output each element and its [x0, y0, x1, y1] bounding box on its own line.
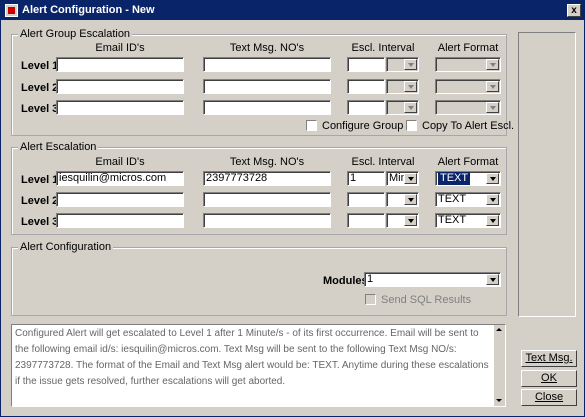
- escl-level-1-format-select[interactable]: TEXT: [435, 171, 501, 186]
- configure-group-checkbox[interactable]: Configure Group: [306, 120, 403, 133]
- group-level-2-format-select[interactable]: [435, 79, 501, 94]
- escl-level-3-email[interactable]: [56, 213, 184, 228]
- escl-level-2-interval[interactable]: [347, 192, 385, 207]
- group-level-1-label: Level 1: [21, 60, 59, 72]
- escl-level-3-text[interactable]: [203, 213, 331, 228]
- alert-configuration-window: Alert Configuration - New x Alert Group …: [0, 0, 585, 417]
- chevron-down-icon[interactable]: [404, 102, 417, 113]
- group-level-1-interval[interactable]: [347, 57, 385, 72]
- modules-label: Modules: [323, 275, 368, 287]
- chevron-down-icon[interactable]: [486, 215, 499, 226]
- col-escl-interval: Escl. Interval: [351, 42, 415, 54]
- escl-level-1-interval[interactable]: 1: [347, 171, 385, 186]
- description-content: Configured Alert will get escalated to L…: [15, 328, 489, 387]
- checkbox-box[interactable]: [365, 294, 376, 305]
- scroll-up-icon[interactable]: [495, 326, 504, 334]
- escl-level-2-format-select[interactable]: TEXT: [435, 192, 501, 207]
- group-level-2-unit-select[interactable]: [386, 79, 419, 94]
- col-alert-format: Alert Format: [437, 42, 499, 54]
- group-level-3-text[interactable]: [203, 100, 331, 115]
- escl-level-1-email[interactable]: iesquilin@micros.com: [56, 171, 184, 186]
- checkbox-label: Copy To Alert Escl.: [422, 120, 515, 132]
- selected-value: TEXT: [438, 214, 467, 226]
- group-level-3-unit-select[interactable]: [386, 100, 419, 115]
- group-level-2-text[interactable]: [203, 79, 331, 94]
- checkbox-label: Configure Group: [322, 120, 404, 132]
- group-level-3-email[interactable]: [56, 100, 184, 115]
- escl-level-3-label: Level 3: [21, 216, 59, 228]
- chevron-down-icon[interactable]: [404, 173, 417, 184]
- group-level-2-interval[interactable]: [347, 79, 385, 94]
- close-button[interactable]: Close: [521, 389, 577, 406]
- chevron-down-icon[interactable]: [486, 173, 499, 184]
- escl-level-1-text[interactable]: 2397773728: [203, 171, 331, 186]
- escl-level-1-unit-select[interactable]: Min: [386, 171, 419, 186]
- title-bar: Alert Configuration - New x: [1, 1, 584, 20]
- group-level-1-unit-select[interactable]: [386, 57, 419, 72]
- group-level-2-email[interactable]: [56, 79, 184, 94]
- vertical-scrollbar[interactable]: [494, 325, 505, 406]
- chevron-down-icon[interactable]: [404, 81, 417, 92]
- chevron-down-icon[interactable]: [486, 59, 499, 70]
- text-msg-button[interactable]: Text Msg.: [521, 350, 577, 367]
- chevron-down-icon[interactable]: [404, 59, 417, 70]
- col-escl-interval: Escl. Interval: [351, 156, 415, 168]
- checkbox-box[interactable]: [406, 120, 417, 131]
- col-email-ids: Email ID's: [95, 42, 145, 54]
- selected-value: TEXT: [438, 172, 471, 185]
- group-level-3-interval[interactable]: [347, 100, 385, 115]
- selected-value: 1: [367, 273, 374, 285]
- button-label: Text Msg.: [525, 352, 573, 364]
- section-label: Alert Group Escalation: [18, 28, 133, 40]
- alert-description-text[interactable]: Configured Alert will get escalated to L…: [11, 324, 506, 407]
- button-label: OK: [541, 372, 557, 384]
- escl-level-2-label: Level 2: [21, 195, 59, 207]
- escl-level-1-label: Level 1: [21, 174, 59, 186]
- escl-level-2-unit-select[interactable]: [386, 192, 419, 207]
- escl-level-3-format-select[interactable]: TEXT: [435, 213, 501, 228]
- escl-level-2-email[interactable]: [56, 192, 184, 207]
- col-alert-format: Alert Format: [437, 156, 499, 168]
- chevron-down-icon[interactable]: [404, 194, 417, 205]
- app-icon: [5, 4, 18, 17]
- ok-button[interactable]: OK: [521, 370, 577, 387]
- window-title: Alert Configuration - New: [22, 4, 155, 16]
- copy-to-alert-escl-checkbox[interactable]: Copy To Alert Escl.: [406, 120, 514, 133]
- right-panel: [518, 32, 576, 317]
- close-window-button[interactable]: x: [567, 4, 581, 17]
- scroll-down-icon[interactable]: [495, 397, 504, 405]
- chevron-down-icon[interactable]: [486, 81, 499, 92]
- checkbox-label: Send SQL Results: [381, 294, 472, 306]
- chevron-down-icon[interactable]: [486, 274, 499, 285]
- chevron-down-icon[interactable]: [486, 194, 499, 205]
- group-level-2-label: Level 2: [21, 82, 59, 94]
- group-level-3-format-select[interactable]: [435, 100, 501, 115]
- col-text-msg-nos: Text Msg. NO's: [229, 156, 305, 168]
- chevron-down-icon[interactable]: [404, 215, 417, 226]
- group-level-3-label: Level 3: [21, 103, 59, 115]
- send-sql-results-checkbox[interactable]: Send SQL Results: [365, 294, 471, 307]
- escl-level-2-text[interactable]: [203, 192, 331, 207]
- chevron-down-icon[interactable]: [486, 102, 499, 113]
- checkbox-box[interactable]: [306, 120, 317, 131]
- modules-select[interactable]: 1: [364, 272, 501, 287]
- escl-level-3-interval[interactable]: [347, 213, 385, 228]
- selected-value: TEXT: [438, 193, 467, 205]
- group-level-1-format-select[interactable]: [435, 57, 501, 72]
- button-label: Close: [534, 391, 564, 403]
- escl-level-3-unit-select[interactable]: [386, 213, 419, 228]
- section-label: Alert Escalation: [18, 141, 99, 153]
- group-level-1-text[interactable]: [203, 57, 331, 72]
- col-email-ids: Email ID's: [95, 156, 145, 168]
- col-text-msg-nos: Text Msg. NO's: [229, 42, 305, 54]
- section-label: Alert Configuration: [18, 241, 114, 253]
- group-level-1-email[interactable]: [56, 57, 184, 72]
